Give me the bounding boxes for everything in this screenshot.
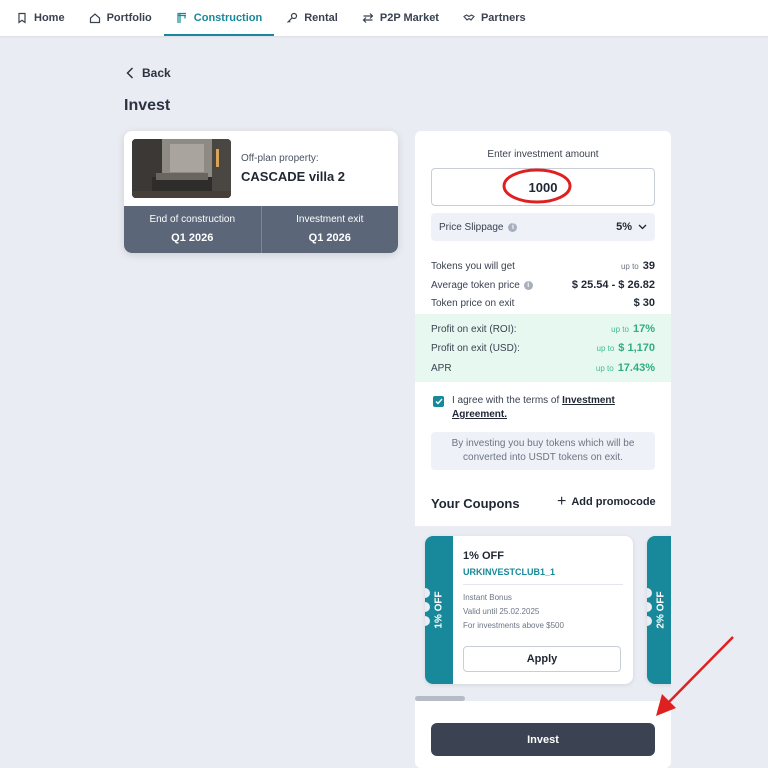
- nav-label-portfolio: Portfolio: [106, 12, 152, 24]
- property-subtitle: Off-plan property:: [241, 153, 319, 164]
- investment-exit-block: Investment exit Q1 2026: [260, 206, 399, 253]
- apply-coupon-button[interactable]: Apply: [463, 646, 621, 672]
- avg-price-row: Average token price i $ 25.54 - $ 26.82: [431, 279, 655, 291]
- apr-row: APR up to 17.43%: [431, 362, 655, 374]
- coupon-side-label: 2% OFF: [655, 591, 667, 629]
- nav-label-home: Home: [34, 12, 65, 24]
- add-promocode-button[interactable]: + Add promocode: [557, 493, 656, 510]
- coupon-card: 2% OFF: [647, 536, 671, 684]
- tokens-value: 39: [642, 260, 655, 272]
- apr-prefix: up to: [595, 364, 614, 373]
- nav-label-partners: Partners: [480, 12, 526, 24]
- property-name: CASCADE villa 2: [241, 169, 346, 184]
- tokens-row: Tokens you will get up to 39: [431, 260, 655, 272]
- amount-input[interactable]: 1000: [431, 168, 655, 206]
- property-timeline: End of construction Q1 2026 Investment e…: [124, 206, 398, 253]
- construction-end-block: End of construction Q1 2026: [124, 206, 261, 253]
- investment-exit-value: Q1 2026: [308, 232, 351, 244]
- nav-item-home[interactable]: Home: [16, 0, 77, 36]
- construction-end-label: End of construction: [149, 214, 236, 225]
- coupon-title: 1% OFF: [463, 550, 504, 562]
- nav-label-rental: Rental: [304, 12, 338, 24]
- add-promocode-label: Add promocode: [571, 496, 656, 508]
- roi-value: 17%: [632, 323, 655, 335]
- amount-label: Enter investment amount: [487, 149, 599, 160]
- tokens-label: Tokens you will get: [431, 261, 515, 272]
- apr-label: APR: [431, 363, 452, 374]
- checkmark-icon: [435, 398, 443, 405]
- usd-row: Profit on exit (USD): up to $ 1,170: [431, 342, 655, 354]
- property-card: Off-plan property: CASCADE villa 2 End o…: [124, 131, 398, 253]
- invest-button[interactable]: Invest: [431, 723, 655, 756]
- key-icon: [286, 12, 298, 24]
- construction-end-value: Q1 2026: [171, 232, 214, 244]
- roi-row: Profit on exit (ROI): up to 17%: [431, 323, 655, 335]
- coupon-line: Instant Bonus: [463, 593, 512, 602]
- coupon-condition: For investments above $500: [463, 621, 564, 630]
- nav-item-partners[interactable]: Partners: [463, 0, 538, 36]
- price-slippage-select[interactable]: Price Slippage i 5%: [431, 213, 655, 241]
- apr-value: 17.43%: [617, 362, 655, 374]
- agreement-row: I agree with the terms of Investment Agr…: [433, 394, 671, 422]
- usd-label: Profit on exit (USD):: [431, 343, 520, 354]
- bookmark-icon: [16, 12, 28, 24]
- coupon-side-label: 1% OFF: [433, 591, 445, 629]
- crane-icon: [176, 12, 188, 24]
- slippage-value: 5%: [616, 221, 632, 233]
- slippage-label: Price Slippage: [439, 221, 504, 233]
- usd-value: $ 1,170: [618, 342, 655, 354]
- chevron-left-icon: [126, 67, 134, 79]
- coupon-ribbon: 2% OFF: [647, 536, 671, 684]
- usd-prefix: up to: [596, 344, 615, 353]
- exit-price-value: $ 30: [633, 297, 655, 309]
- agree-text: I agree with the terms of: [452, 395, 560, 406]
- exit-price-label: Token price on exit: [431, 298, 515, 309]
- handshake-icon: [463, 12, 475, 24]
- tokens-prefix: up to: [620, 262, 639, 271]
- exit-price-row: Token price on exit $ 30: [431, 297, 655, 309]
- back-button[interactable]: Back: [126, 66, 171, 80]
- avg-price-label: Average token price: [431, 280, 520, 291]
- carousel-scrollbar[interactable]: [415, 696, 465, 701]
- nav-label-construction: Construction: [193, 12, 263, 24]
- property-image: [132, 139, 231, 198]
- invest-panel: Enter investment amount 1000 Price Slipp…: [415, 131, 671, 768]
- nav-item-construction[interactable]: Construction: [163, 0, 275, 36]
- house-icon: [89, 12, 101, 24]
- coupon-validity: Valid until 25.02.2025: [463, 607, 540, 616]
- nav-label-p2p-market: P2P Market: [379, 12, 439, 24]
- coupons-heading: Your Coupons: [431, 496, 520, 511]
- nav-item-portfolio[interactable]: Portfolio: [89, 0, 164, 36]
- nav-item-rental[interactable]: Rental: [286, 0, 350, 36]
- coupon-card: 1% OFF 1% OFF URKINVESTCLUB1_1 Instant B…: [425, 536, 633, 684]
- coupon-code: URKINVESTCLUB1_1: [463, 567, 556, 577]
- annotation-arrow-line: [667, 636, 734, 704]
- investment-exit-label: Investment exit: [296, 214, 364, 225]
- swap-arrows-icon: [362, 12, 374, 24]
- roi-prefix: up to: [611, 325, 629, 334]
- coupon-ribbon: 1% OFF: [425, 536, 453, 684]
- coupon-carousel[interactable]: 1% OFF 1% OFF URKINVESTCLUB1_1 Instant B…: [415, 526, 671, 701]
- avg-price-value: $ 25.54 - $ 26.82: [571, 279, 655, 291]
- top-nav: Home Portfolio Construction Rental P2P M…: [0, 0, 768, 36]
- back-label: Back: [142, 66, 171, 80]
- info-note: By investing you buy tokens which will b…: [431, 432, 655, 470]
- info-icon[interactable]: i: [523, 280, 533, 290]
- info-icon[interactable]: i: [508, 222, 518, 232]
- roi-label: Profit on exit (ROI):: [431, 324, 517, 335]
- chevron-down-icon: [638, 224, 647, 230]
- nav-item-p2p-market[interactable]: P2P Market: [362, 0, 451, 36]
- plus-icon: +: [557, 493, 567, 510]
- page-title: Invest: [124, 97, 171, 114]
- agree-checkbox[interactable]: [433, 396, 444, 407]
